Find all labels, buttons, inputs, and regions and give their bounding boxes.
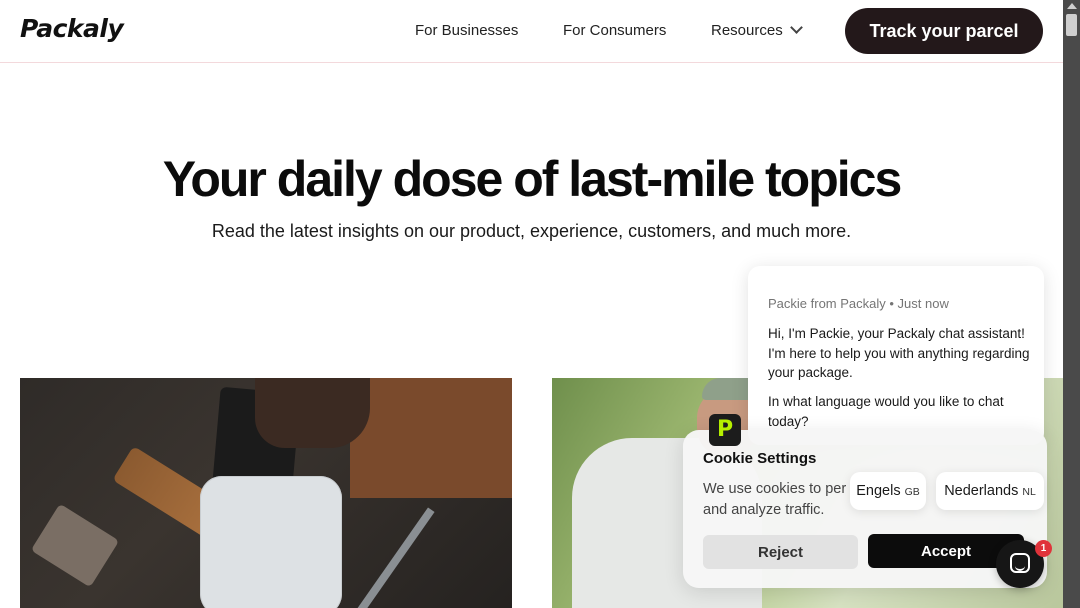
site-header: Packaly For Businesses For Consumers Res… [0,0,1063,63]
chat-message-language-question: In what language would you like to chat … [768,394,1004,429]
cookie-reject-button[interactable]: Reject [703,535,858,569]
language-option-code: GB [904,486,920,498]
language-option-code: NL [1022,486,1036,498]
hero-title: Your daily dose of last-mile topics [162,151,903,207]
cookie-text-line-1: We use cookies to per [703,481,847,497]
chat-message-bubble: Packie from Packaly • Just now Hi, I'm P… [748,266,1044,445]
unread-count-badge: 1 [1035,540,1052,557]
card-reader-shape [200,476,342,608]
vertical-scrollbar[interactable] [1063,0,1080,608]
hand-shape [255,378,370,448]
packaly-logo[interactable]: Packaly [20,14,124,43]
nav-for-businesses[interactable]: For Businesses [415,22,518,39]
cookie-title: Cookie Settings [703,450,817,467]
chevron-down-icon [789,21,803,34]
language-option-label: Engels [856,483,901,499]
hero-subtitle: Read the latest insights on our product,… [211,221,852,241]
packaly-p-logo-icon: P [709,414,741,446]
language-option-nederlands[interactable]: Nederlands NL [936,472,1044,510]
scrollbar-thumb[interactable] [1066,14,1077,36]
cookie-text-line-2: and analyze traffic. [703,501,825,518]
chat-icon [1010,553,1030,573]
nav-resources[interactable]: Resources [711,21,803,39]
nav-resources-label: Resources [711,22,783,39]
chat-sender-meta: Packie from Packaly • Just now [768,296,949,311]
hammer-head-shape [30,503,120,588]
article-card-image-payment[interactable] [20,378,512,608]
pen-shape [353,507,435,608]
scroll-up-arrow-icon[interactable] [1067,3,1077,9]
language-option-label: Nederlands [944,483,1019,499]
nav-for-consumers[interactable]: For Consumers [563,22,666,39]
track-parcel-button[interactable]: Track your parcel [845,8,1043,54]
chat-message-greeting: Hi, I'm Packie, your Packaly chat assist… [768,326,1030,380]
leather-shape [350,378,512,498]
language-option-engels[interactable]: Engels GB [850,472,926,510]
